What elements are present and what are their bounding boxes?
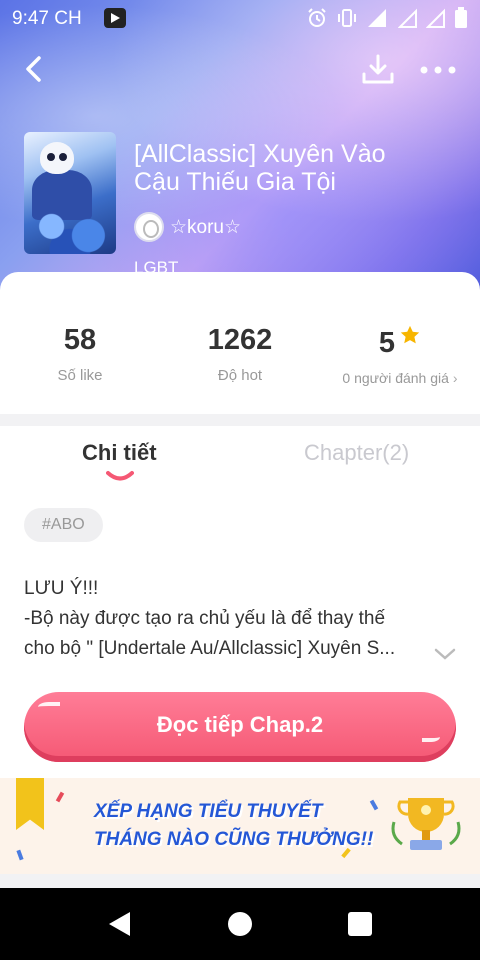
- book-title: [AllClassic] Xuyên Vào Cậu Thiếu Gia Tội: [134, 140, 386, 196]
- description-line: -Bộ này được tạo ra chủ yếu là để thay t…: [24, 608, 386, 629]
- description-line: cho bộ " [Undertale Au/Allclassic] Xuyên…: [24, 638, 396, 659]
- alarm-icon: [308, 8, 326, 27]
- detail-content: Chi tiết Chapter(2) #ABO LƯU Ý!!! -Bộ nà…: [0, 426, 480, 778]
- author-name[interactable]: ☆koru☆: [170, 216, 241, 239]
- system-nav-bar: [0, 888, 480, 960]
- hero-header: 9:47 CH [AllClassic] Xuyên Vào Cậu Thiếu…: [0, 0, 480, 290]
- rating-count-label: 0 người đánh giá: [342, 370, 449, 386]
- stat-likes: 58 Số like: [40, 324, 120, 384]
- hot-label: Độ hot: [217, 367, 263, 384]
- continue-reading-label: Đọc tiếp Chap.2: [156, 712, 324, 737]
- bookmark-ribbon-icon: [16, 778, 44, 830]
- download-icon[interactable]: [360, 52, 396, 88]
- hot-value: 1262: [207, 324, 273, 356]
- trophy-icon: [391, 798, 461, 850]
- banner-line-1: XẾP HẠNG TIỂU THUYẾT: [94, 801, 323, 822]
- author-avatar[interactable]: [134, 212, 164, 242]
- nav-home-icon[interactable]: [228, 912, 252, 936]
- nav-back-icon[interactable]: [106, 910, 132, 938]
- description-line: LƯU Ý!!!: [24, 578, 99, 599]
- signal-4g-icon: [368, 9, 386, 27]
- star-icon: [400, 325, 420, 344]
- rating-value: 5: [378, 327, 396, 359]
- book-cover: [24, 132, 116, 254]
- stat-hot: 1262 Độ hot: [190, 324, 290, 384]
- stats-panel: 58 Số like 1262 Độ hot 5 0 người đánh gi…: [0, 272, 480, 414]
- signal-icon-2: [426, 8, 445, 28]
- tab-chapters[interactable]: Chapter(2): [304, 440, 409, 466]
- banner-text: XẾP HẠNG TIỂU THUYẾT THÁNG NÀO CŨNG THƯỞ…: [94, 798, 373, 854]
- chevron-right-icon: ›: [452, 370, 458, 386]
- banner-line-2: THÁNG NÀO CŨNG THƯỞNG!!: [94, 829, 374, 850]
- rating-count-link[interactable]: 0 người đánh giá ›: [330, 370, 470, 386]
- tag-chip[interactable]: #ABO: [24, 508, 103, 542]
- app-notification-icon: [104, 8, 126, 28]
- stat-rating[interactable]: 5 0 người đánh giá ›: [330, 324, 470, 386]
- signal-icon: [398, 8, 417, 28]
- likes-label: Số like: [57, 367, 103, 384]
- battery-icon: [455, 7, 467, 28]
- chevron-down-icon[interactable]: [432, 646, 458, 662]
- tab-details[interactable]: Chi tiết: [82, 440, 157, 466]
- status-icons: [306, 7, 468, 29]
- continue-reading-button[interactable]: Đọc tiếp Chap.2: [24, 692, 456, 762]
- ranking-banner[interactable]: XẾP HẠNG TIỂU THUYẾT THÁNG NÀO CŨNG THƯỞ…: [0, 778, 480, 874]
- vibrate-icon: [338, 9, 356, 27]
- status-bar: 9:47 CH: [0, 0, 480, 36]
- tab-active-indicator: [106, 471, 134, 481]
- rating-value-row: 5: [330, 324, 470, 360]
- status-time: 9:47 CH: [12, 8, 82, 29]
- likes-value: 58: [63, 324, 97, 356]
- nav-recent-icon[interactable]: [348, 912, 372, 936]
- back-icon[interactable]: [18, 52, 52, 86]
- description: LƯU Ý!!! -Bộ này được tạo ra chủ yếu là …: [24, 574, 444, 664]
- more-icon[interactable]: [418, 58, 458, 82]
